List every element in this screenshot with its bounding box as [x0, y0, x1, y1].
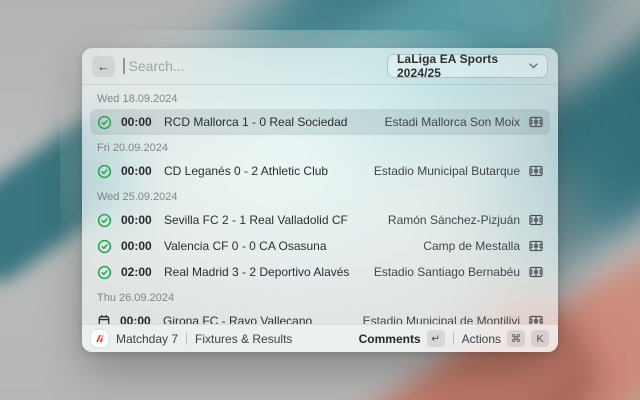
check-circle-icon [97, 213, 112, 228]
actions-label: Actions [462, 332, 501, 346]
text-caret [123, 58, 125, 74]
pitch-icon [529, 315, 543, 324]
match-venue: Estadio Santiago Bernabéu [374, 265, 520, 279]
match-venue: Ramón Sánchez-Pizjuán [388, 213, 520, 227]
status-bar: Matchday 7 Fixtures & Results Comments ↵… [82, 324, 558, 352]
match-title: Girona FC - Rayo Vallecano [163, 314, 312, 324]
check-circle-icon [97, 265, 112, 280]
footer-divider [186, 333, 187, 345]
match-list: Wed 18.09.2024 00:00 RCD Mallorca 1 - 0 … [82, 85, 558, 324]
match-time: 00:00 [121, 115, 155, 129]
match-venue: Camp de Mestalla [423, 239, 520, 253]
match-time: 00:00 [121, 239, 155, 253]
calendar-icon [97, 314, 111, 324]
back-button[interactable]: ← [92, 56, 115, 77]
check-circle-icon [97, 164, 112, 179]
section-date: Wed 25.09.2024 [90, 184, 550, 207]
match-time: 00:00 [121, 164, 155, 178]
match-title: CD Leganés 0 - 2 Athletic Club [164, 164, 328, 178]
pitch-icon [529, 214, 543, 226]
pitch-icon [529, 266, 543, 278]
section-rows: 00:00 Sevilla FC 2 - 1 Real Valladolid C… [90, 207, 550, 285]
matchday-label: Matchday 7 [116, 332, 178, 346]
comments-button[interactable]: Comments ↵ [359, 330, 445, 347]
match-title: Valencia CF 0 - 0 CA Osasuna [164, 239, 327, 253]
match-title: RCD Mallorca 1 - 0 Real Sociedad [164, 115, 347, 129]
chevron-down-icon [529, 63, 538, 69]
section-date: Thu 26.09.2024 [90, 285, 550, 308]
section-rows: 00:00 CD Leganés 0 - 2 Athletic Club Est… [90, 158, 550, 184]
match-venue: Estadio Municipal de Montilivi [363, 314, 520, 324]
match-venue: Estadio Municipal Butarque [374, 164, 520, 178]
match-title: Real Madrid 3 - 2 Deportivo Alavés [164, 265, 349, 279]
match-row[interactable]: 02:00 Real Madrid 3 - 2 Deportivo Alavés… [90, 259, 550, 285]
section-date: Wed 18.09.2024 [90, 86, 550, 109]
match-title: Sevilla FC 2 - 1 Real Valladolid CF [164, 213, 348, 227]
match-section: Thu 26.09.2024 00:00 Girona FC - Rayo Va… [90, 285, 550, 324]
pitch-icon [529, 116, 543, 128]
comments-label: Comments [359, 332, 421, 346]
command-key-icon: ⌘ [507, 330, 525, 347]
match-row[interactable]: 00:00 Girona FC - Rayo Vallecano Estadio… [90, 308, 550, 324]
match-row[interactable]: 00:00 RCD Mallorca 1 - 0 Real Sociedad E… [90, 109, 550, 135]
match-venue: Estadi Mallorca Son Moix [385, 115, 520, 129]
laliga-logo [91, 330, 108, 347]
actions-button[interactable]: Actions ⌘ K [462, 330, 549, 347]
desktop-background: ← LaLiga EA Sports 2024/25 Wed 18.09.202… [0, 0, 640, 400]
section-date: Fri 20.09.2024 [90, 135, 550, 158]
match-row[interactable]: 00:00 CD Leganés 0 - 2 Athletic Club Est… [90, 158, 550, 184]
league-dropdown[interactable]: LaLiga EA Sports 2024/25 [387, 54, 548, 78]
match-row[interactable]: 00:00 Valencia CF 0 - 0 CA Osasuna Camp … [90, 233, 550, 259]
match-section: Fri 20.09.2024 00:00 CD Leganés 0 - 2 At… [90, 135, 550, 184]
view-label: Fixtures & Results [195, 332, 292, 346]
section-rows: 00:00 Girona FC - Rayo Vallecano Estadio… [90, 308, 550, 324]
return-key-icon: ↵ [427, 330, 445, 347]
match-time: 02:00 [121, 265, 155, 279]
match-time: 00:00 [121, 213, 155, 227]
command-palette-window: ← LaLiga EA Sports 2024/25 Wed 18.09.202… [82, 48, 558, 352]
section-rows: 00:00 RCD Mallorca 1 - 0 Real Sociedad E… [90, 109, 550, 135]
pitch-icon [529, 165, 543, 177]
search-input[interactable] [129, 58, 380, 74]
pitch-icon [529, 240, 543, 252]
k-key-icon: K [531, 330, 549, 347]
league-dropdown-value: LaLiga EA Sports 2024/25 [397, 52, 529, 80]
back-arrow-icon: ← [97, 59, 110, 74]
match-section: Wed 18.09.2024 00:00 RCD Mallorca 1 - 0 … [90, 86, 550, 135]
check-circle-icon [97, 115, 112, 130]
match-section: Wed 25.09.2024 00:00 Sevilla FC 2 - 1 Re… [90, 184, 550, 285]
footer-divider [453, 333, 454, 345]
search-bar: ← LaLiga EA Sports 2024/25 [82, 48, 558, 85]
match-time: 00:00 [120, 314, 154, 324]
match-row[interactable]: 00:00 Sevilla FC 2 - 1 Real Valladolid C… [90, 207, 550, 233]
check-circle-icon [97, 239, 112, 254]
